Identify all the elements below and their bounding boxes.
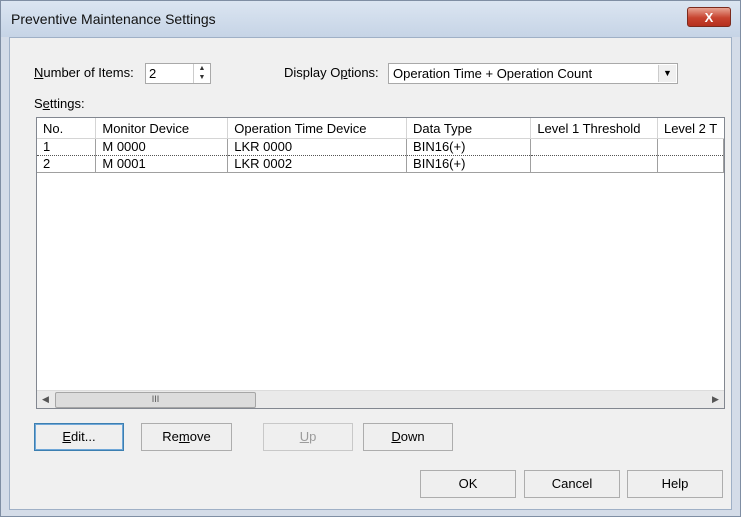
spinner-buttons[interactable]: ▲ ▼ xyxy=(193,64,210,83)
cancel-button[interactable]: Cancel xyxy=(524,470,620,498)
table-cell[interactable]: BIN16(+) xyxy=(406,138,532,156)
table-row[interactable]: 1 M 0000 LKR 0000 BIN16(+) xyxy=(37,138,724,156)
scroll-right-icon[interactable]: ▶ xyxy=(707,391,724,408)
table-cell[interactable] xyxy=(530,138,658,156)
scroll-thumb[interactable]: III xyxy=(55,392,256,408)
display-options-dropdown[interactable]: Operation Time + Operation Count ▼ xyxy=(388,63,678,84)
number-of-items-spinner[interactable]: 2 ▲ ▼ xyxy=(145,63,211,84)
table-cell[interactable]: M 0001 xyxy=(95,155,229,173)
display-options-label: Display Options: xyxy=(284,65,379,80)
column-header-level-1-threshold[interactable]: Level 1 Threshold xyxy=(530,118,658,139)
table-cell[interactable]: LKR 0002 xyxy=(227,155,408,173)
table-cell[interactable]: BIN16(+) xyxy=(406,155,532,173)
help-button[interactable]: Help xyxy=(627,470,723,498)
column-header-data-type[interactable]: Data Type xyxy=(406,118,532,139)
column-header-level-2-threshold[interactable]: Level 2 T xyxy=(657,118,724,139)
number-of-items-value[interactable]: 2 xyxy=(149,66,156,81)
edit-button[interactable]: Edit... xyxy=(34,423,124,451)
column-header-operation-time-device[interactable]: Operation Time Device xyxy=(227,118,408,139)
close-button[interactable]: X xyxy=(687,7,731,27)
spin-up-icon[interactable]: ▲ xyxy=(194,64,210,73)
settings-grid: No. Monitor Device Operation Time Device… xyxy=(37,118,724,173)
preventive-maintenance-dialog: Preventive Maintenance Settings X Number… xyxy=(0,0,741,517)
remove-button[interactable]: Remove xyxy=(141,423,232,451)
settings-label: Settings: xyxy=(34,96,85,111)
down-button[interactable]: Down xyxy=(363,423,453,451)
spin-down-icon[interactable]: ▼ xyxy=(194,73,210,82)
title-bar[interactable]: Preventive Maintenance Settings X xyxy=(1,1,740,37)
table-cell[interactable]: 1 xyxy=(37,138,97,156)
table-cell[interactable]: M 0000 xyxy=(95,138,229,156)
up-button[interactable]: Up xyxy=(263,423,353,451)
window-title: Preventive Maintenance Settings xyxy=(11,11,216,27)
number-of-items-label: Number of Items: xyxy=(34,65,134,80)
table-row[interactable]: 2 M 0001 LKR 0002 BIN16(+) xyxy=(37,155,724,173)
table-cell[interactable] xyxy=(530,155,658,173)
chevron-down-icon[interactable]: ▼ xyxy=(658,65,676,82)
table-cell[interactable] xyxy=(657,138,724,156)
ok-button[interactable]: OK xyxy=(420,470,516,498)
table-cell[interactable]: LKR 0000 xyxy=(227,138,408,156)
table-cell[interactable]: 2 xyxy=(37,155,97,173)
display-options-value: Operation Time + Operation Count xyxy=(393,66,593,81)
table-cell[interactable] xyxy=(657,155,724,173)
table-header-row: No. Monitor Device Operation Time Device… xyxy=(37,118,724,139)
settings-table[interactable]: No. Monitor Device Operation Time Device… xyxy=(36,117,725,409)
scroll-left-icon[interactable]: ◀ xyxy=(37,391,54,408)
column-header-monitor-device[interactable]: Monitor Device xyxy=(95,118,229,139)
horizontal-scrollbar[interactable]: ◀ III ▶ xyxy=(37,390,724,408)
column-header-no[interactable]: No. xyxy=(37,118,97,139)
